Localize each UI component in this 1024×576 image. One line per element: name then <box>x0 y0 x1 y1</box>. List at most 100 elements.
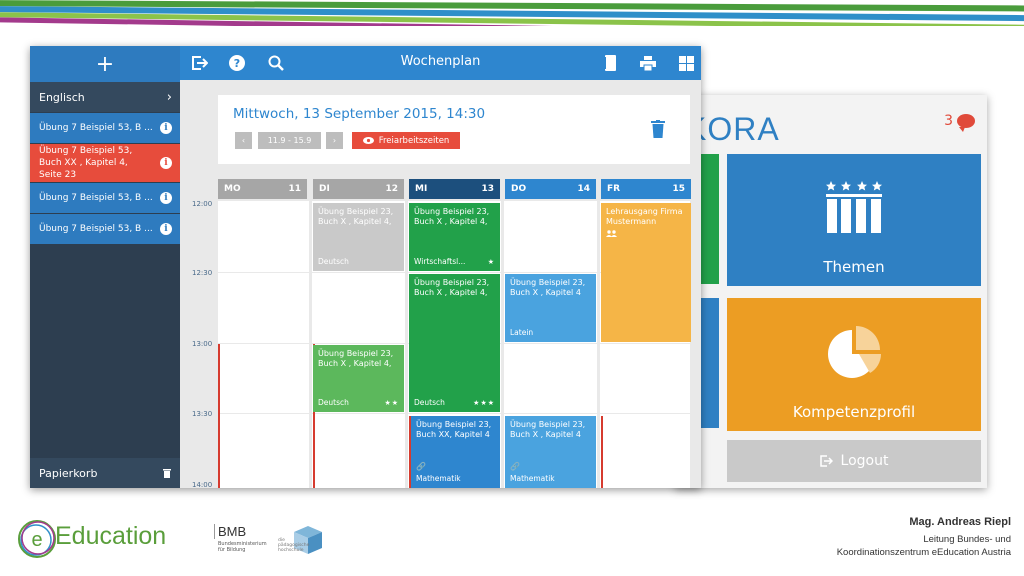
ph-text: die pädagogische hochschule <box>278 538 310 553</box>
svg-text:e: e <box>31 529 42 551</box>
event-card[interactable]: Übung Beispiel 23, Buch X , Kapitel 4, W… <box>409 203 500 271</box>
logout-icon <box>819 455 833 467</box>
author-role: Leitung Bundes- und <box>923 534 1011 545</box>
kompetenzprofil-label: Kompetenzprofil <box>792 403 916 421</box>
date-header: Mittwoch, 13 September 2015, 14:30 ‹ 11.… <box>218 95 690 164</box>
info-icon[interactable]: i <box>160 223 172 235</box>
event-card[interactable]: Übung Beispiel 23, Buch X , Kapitel 4, D… <box>313 203 404 271</box>
time-label: 13:30 <box>192 410 213 418</box>
next-week-button[interactable]: › <box>326 132 343 149</box>
grid-line <box>218 413 690 414</box>
day-name: DO <box>511 184 527 194</box>
event-title: Übung Beispiel 23, Buch XX, Kapitel 4 <box>416 420 492 439</box>
task-label: Übung 7 Beispiel 53, B ... <box>39 123 153 133</box>
star-rating: ★ <box>487 258 495 266</box>
message-badge[interactable]: 3 <box>944 113 975 132</box>
sidebar-task-item-selected[interactable]: Übung 7 Beispiel 53, Buch XX , Kapitel 4… <box>30 144 180 182</box>
ph-logo: die pädagogische hochschule <box>278 524 326 558</box>
event-card[interactable]: Übung Beispiel 23, Buch X , Kapitel 4 La… <box>505 274 596 342</box>
day-number: 15 <box>672 184 685 194</box>
decorative-stripes <box>0 0 1024 26</box>
day-header-do: DO 14 <box>505 179 596 199</box>
subject-label: Englisch <box>39 90 85 104</box>
kompetenzprofil-tile[interactable]: Kompetenzprofil <box>727 298 981 431</box>
event-title: Übung Beispiel 23, Buch X , Kapitel 4 <box>510 420 586 439</box>
time-label: 12:30 <box>192 269 213 277</box>
eye-icon <box>362 137 374 144</box>
subject-selector[interactable]: Englisch › <box>30 82 180 112</box>
event-subject: Deutsch <box>414 398 445 407</box>
time-label: 13:00 <box>192 340 213 348</box>
pie-chart-icon <box>828 326 881 378</box>
author-block: Mag. Andreas Riepl Leitung Bundes- und K… <box>837 516 1011 559</box>
bmb-logo: BMB <box>214 524 246 539</box>
event-card[interactable]: Lehrausgang Firma Mustermann <box>601 203 691 342</box>
chat-bubble-icon <box>957 114 975 132</box>
prev-week-button[interactable]: ‹ <box>235 132 252 149</box>
event-subject: Deutsch <box>318 257 349 266</box>
day-name: MO <box>224 184 241 194</box>
attachment-icon: 🔗 <box>510 462 520 471</box>
task-label: Übung 7 Beispiel 53, B ... <box>39 224 153 234</box>
author-name: Mag. Andreas Riepl <box>909 516 1011 528</box>
day-header-mi: MI 13 <box>409 179 500 199</box>
event-subject: Latein <box>510 328 534 337</box>
eeducation-logo-text: Education <box>55 522 167 550</box>
chevron-right-icon: › <box>166 89 172 105</box>
info-icon[interactable]: i <box>160 122 172 134</box>
task-label: Übung 7 Beispiel 53, B ... <box>39 193 153 203</box>
event-subject: Wirtschaftsl... <box>414 257 466 266</box>
freiarbeitszeiten-button[interactable]: Freiarbeitszeiten <box>352 132 460 149</box>
kora-window: KORA 3 Themen Kompetenzprofil Logout <box>675 95 987 488</box>
event-title: Lehrausgang Firma Mustermann <box>606 207 683 226</box>
sidebar: + Englisch › Übung 7 Beispiel 53, B ... … <box>30 46 180 488</box>
current-date: Mittwoch, 13 September 2015, 14:30 <box>233 106 486 122</box>
trash-icon <box>163 469 171 478</box>
day-header-fr: FR 15 <box>601 179 691 199</box>
grid-icon[interactable] <box>678 55 694 71</box>
print-icon[interactable] <box>640 55 656 71</box>
info-icon[interactable]: i <box>160 157 172 169</box>
attachment-icon: 🔗 <box>416 462 426 471</box>
message-count: 3 <box>944 113 953 129</box>
day-header-di: DI 12 <box>313 179 404 199</box>
info-icon[interactable]: i <box>160 192 172 204</box>
star-rating: ★★ <box>384 399 399 407</box>
event-card[interactable]: Übung Beispiel 23, Buch XX, Kapitel 4 🔗 … <box>411 416 500 488</box>
star-rating: ★★★ <box>473 399 495 407</box>
themen-tile[interactable]: Themen <box>727 154 981 286</box>
event-card[interactable]: Übung Beispiel 23, Buch X , Kapitel 4 🔗 … <box>505 416 596 488</box>
sidebar-task-item[interactable]: Übung 7 Beispiel 53, B ... i <box>30 183 180 213</box>
bmb-subtitle: Bundesministerium für Bildung <box>218 541 267 553</box>
current-time-line <box>218 344 220 488</box>
add-button[interactable]: + <box>30 46 180 82</box>
author-role: Koordinationszentrum eEducation Austria <box>836 547 1011 558</box>
sidebar-task-item[interactable]: Übung 7 Beispiel 53, B ... i <box>30 214 180 244</box>
sidebar-task-item[interactable]: Übung 7 Beispiel 53, B ... i <box>30 113 180 143</box>
delete-icon[interactable] <box>651 120 665 138</box>
notebook-icon[interactable] <box>602 55 618 71</box>
day-number: 13 <box>481 184 494 194</box>
event-subject: Mathematik <box>510 474 555 483</box>
group-icon <box>606 230 617 237</box>
logout-button[interactable]: Logout <box>727 440 981 482</box>
column-divider <box>309 201 312 488</box>
column-divider <box>597 201 600 488</box>
task-label: Übung 7 Beispiel 53, Buch XX , Kapitel 4… <box>39 146 133 180</box>
time-label: 12:00 <box>192 200 213 208</box>
eeducation-logo-icon: e <box>18 520 56 558</box>
day-number: 11 <box>288 184 301 194</box>
event-subject: Mathematik <box>416 474 461 483</box>
column-divider <box>405 201 408 488</box>
themen-icon <box>826 181 882 233</box>
themen-label: Themen <box>823 258 885 276</box>
papierkorb-label: Papierkorb <box>39 466 98 480</box>
event-card[interactable]: Übung Beispiel 23, Buch X , Kapitel 4, D… <box>313 345 404 412</box>
day-name: FR <box>607 184 621 194</box>
event-title: Übung Beispiel 23, Buch X , Kapitel 4, <box>318 207 394 226</box>
current-time-line <box>601 416 603 488</box>
papierkorb-button[interactable]: Papierkorb <box>30 458 180 488</box>
event-card[interactable]: Übung Beispiel 23, Buch X , Kapitel 4, D… <box>409 274 500 412</box>
logout-label: Logout <box>840 453 889 469</box>
event-title: Übung Beispiel 23, Buch X , Kapitel 4, <box>414 207 490 226</box>
